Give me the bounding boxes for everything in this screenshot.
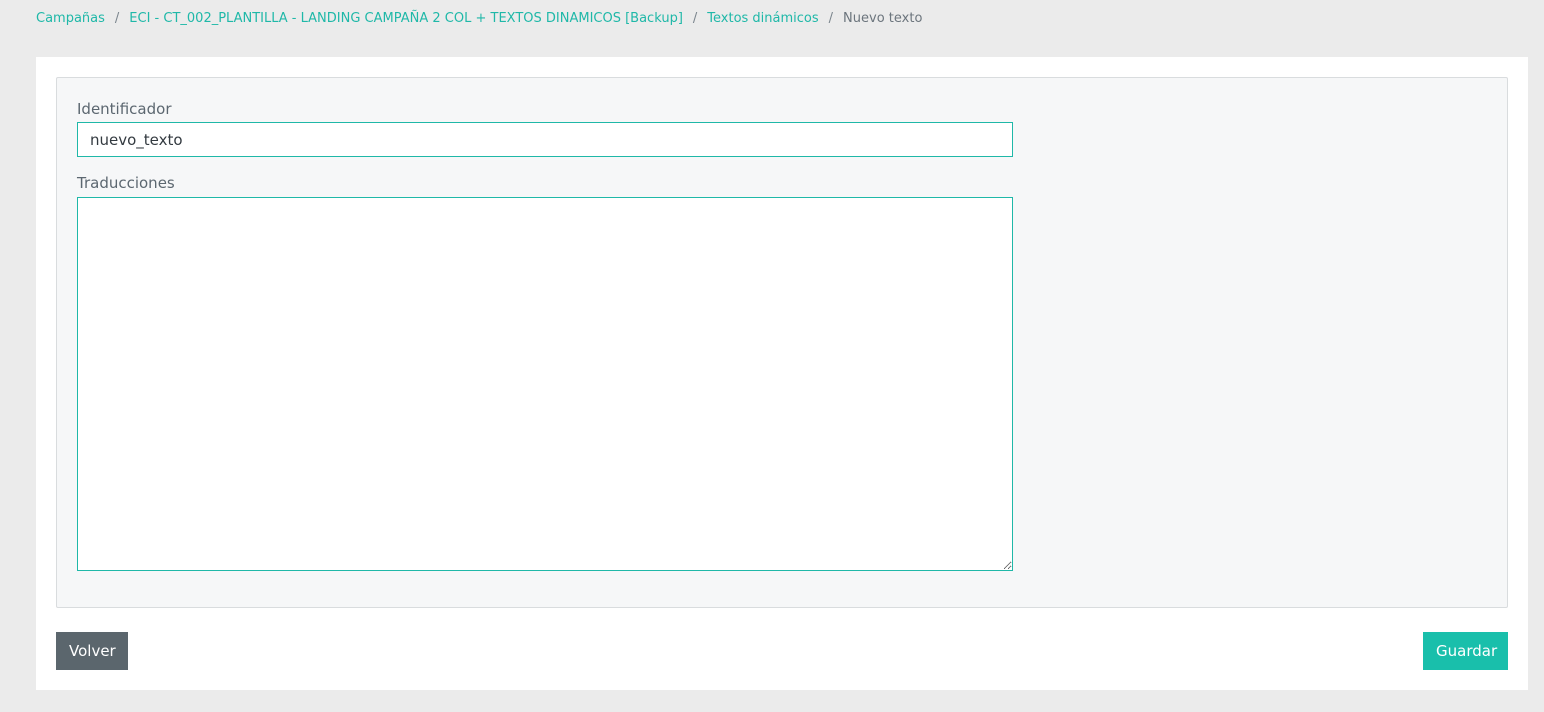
back-button[interactable]: Volver [56,632,128,670]
breadcrumb: Campañas / ECI - CT_002_PLANTILLA - LAND… [36,9,922,27]
translations-textarea[interactable] [77,197,1013,571]
translations-label: Traducciones [77,174,175,192]
identifier-input[interactable] [77,122,1013,157]
breadcrumb-link-campaign[interactable]: ECI - CT_002_PLANTILLA - LANDING CAMPAÑA… [129,11,683,26]
form-fieldset: Identificador Traducciones [56,77,1508,608]
breadcrumb-link-dynamic-texts[interactable]: Textos dinámicos [707,11,818,26]
save-button[interactable]: Guardar [1423,632,1508,670]
identifier-label: Identificador [77,100,172,118]
form-card: Identificador Traducciones Volver Guarda… [36,57,1528,690]
breadcrumb-link-campaigns[interactable]: Campañas [36,11,105,26]
breadcrumb-current: Nuevo texto [843,10,923,26]
breadcrumb-separator: / [828,10,834,26]
breadcrumb-separator: / [114,10,120,26]
breadcrumb-separator: / [692,10,698,26]
